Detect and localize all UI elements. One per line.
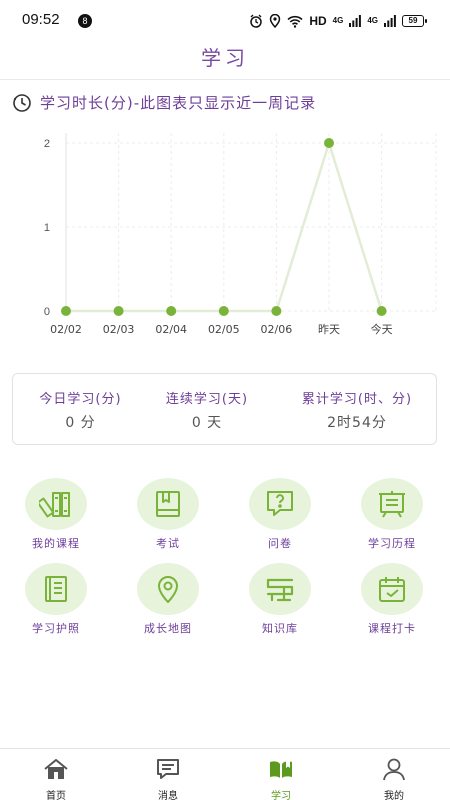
signal-icon	[349, 15, 362, 27]
home-icon	[44, 758, 68, 779]
clock-icon	[13, 93, 31, 112]
grid-label-passport: 学习护照	[32, 622, 80, 635]
study-time-chart: 0 1 2 02/02 02/03 02/04 02/05 02/06 昨天 今天	[44, 133, 437, 336]
grid-label-exam: 考试	[156, 537, 180, 550]
bottom-nav: 首页 消息 学习 我的	[0, 748, 450, 800]
status-bar: 09:52 8 HD 4G 4G 59	[0, 0, 450, 42]
stat-streak: 连续学习(天) 0 天	[137, 374, 277, 446]
question-icon	[249, 478, 311, 530]
status-icons: HD 4G 4G 59	[249, 12, 427, 30]
y-tick-label: 2	[44, 138, 50, 150]
book-icon	[270, 761, 292, 778]
exam-icon	[137, 478, 199, 530]
books-icon	[25, 478, 87, 530]
x-tick-label: 昨天	[318, 323, 340, 336]
nav-item-me[interactable]: 我的	[338, 755, 450, 800]
stat-total-value: 2时54分	[327, 415, 387, 431]
chart-heading: 学习时长(分)-此图表只显示近一周记录	[12, 92, 316, 113]
data-point	[166, 306, 177, 316]
x-tick-label: 02/04	[155, 323, 187, 336]
stat-streak-value: 0 天	[191, 415, 223, 431]
message-icon	[157, 759, 179, 779]
grid-item-course-checkin[interactable]: 课程打卡	[342, 563, 442, 639]
signal-icon-2	[384, 15, 396, 27]
history-icon	[361, 478, 423, 530]
wifi-icon	[287, 15, 303, 28]
grid-label-history: 学习历程	[368, 537, 416, 550]
nav-item-home[interactable]: 首页	[0, 755, 112, 800]
user-icon	[383, 758, 405, 781]
status-time: 09:52	[22, 11, 60, 28]
nav-label-messages: 消息	[158, 791, 178, 800]
battery-indicator: 59	[402, 15, 427, 27]
learning-page: 09:52 8 HD 4G 4G 59 学习 学习时长(分)-此图表只显示近一周…	[0, 0, 450, 800]
stat-today-label: 今日学习(分)	[39, 392, 122, 407]
nav-item-messages[interactable]: 消息	[112, 755, 224, 800]
y-tick-label: 0	[44, 306, 50, 318]
nav-label-home: 首页	[46, 791, 66, 800]
grid-item-history[interactable]: 学习历程	[342, 478, 442, 554]
knowledge-icon	[249, 563, 311, 615]
grid-item-knowledge-base[interactable]: 知识库	[230, 563, 330, 639]
grid-label-survey: 问卷	[268, 537, 292, 550]
grid-item-growth-map[interactable]: 成长地图	[118, 563, 218, 639]
x-tick-label: 02/02	[50, 323, 82, 336]
x-tick-label: 02/05	[208, 323, 240, 336]
grid-label-my-courses: 我的课程	[32, 537, 80, 550]
data-point	[271, 306, 282, 316]
data-point	[61, 306, 71, 316]
data-point	[376, 306, 387, 316]
map-pin-icon	[137, 563, 199, 615]
app-header: 学习	[0, 40, 450, 80]
data-point	[113, 306, 124, 316]
x-tick-label: 02/06	[261, 323, 293, 336]
grid-item-exam[interactable]: 考试	[118, 478, 218, 554]
grid-label-knowledge-base: 知识库	[262, 622, 298, 635]
network-label-1: 4G	[332, 16, 344, 25]
stat-streak-label: 连续学习(天)	[165, 392, 249, 407]
chart-heading-text: 学习时长(分)-此图表只显示近一周记录	[40, 94, 317, 112]
stat-today-value: 0 分	[65, 415, 96, 431]
grid-item-my-courses[interactable]: 我的课程	[6, 478, 106, 554]
network-label-2: 4G	[367, 16, 378, 25]
y-tick-label: 1	[44, 222, 50, 234]
notification-badge: 8	[78, 14, 92, 28]
nav-label-learning: 学习	[271, 791, 291, 800]
data-point	[324, 138, 334, 148]
grid-item-passport[interactable]: 学习护照	[6, 563, 106, 639]
nav-label-me: 我的	[384, 791, 404, 800]
stats-card: 今日学习(分) 0 分 连续学习(天) 0 天 累计学习(时、分) 2时54分	[12, 373, 437, 445]
data-point	[218, 306, 229, 316]
hd-label: HD	[309, 14, 327, 28]
page-title: 学习	[201, 46, 249, 70]
stat-total: 累计学习(时、分) 2时54分	[277, 374, 437, 446]
stat-today: 今日学习(分) 0 分	[13, 374, 148, 446]
passport-icon	[25, 563, 87, 615]
grid-item-survey[interactable]: 问卷	[230, 478, 330, 554]
grid-label-growth-map: 成长地图	[144, 622, 192, 635]
nav-item-learning[interactable]: 学习	[225, 755, 337, 800]
x-tick-label: 今天	[371, 322, 393, 336]
location-icon	[270, 14, 281, 28]
x-tick-label: 02/03	[103, 323, 135, 336]
alarm-icon	[250, 14, 263, 28]
calendar-check-icon	[361, 563, 423, 615]
stat-total-label: 累计学习(时、分)	[301, 392, 413, 407]
grid-label-course-checkin: 课程打卡	[368, 622, 416, 635]
